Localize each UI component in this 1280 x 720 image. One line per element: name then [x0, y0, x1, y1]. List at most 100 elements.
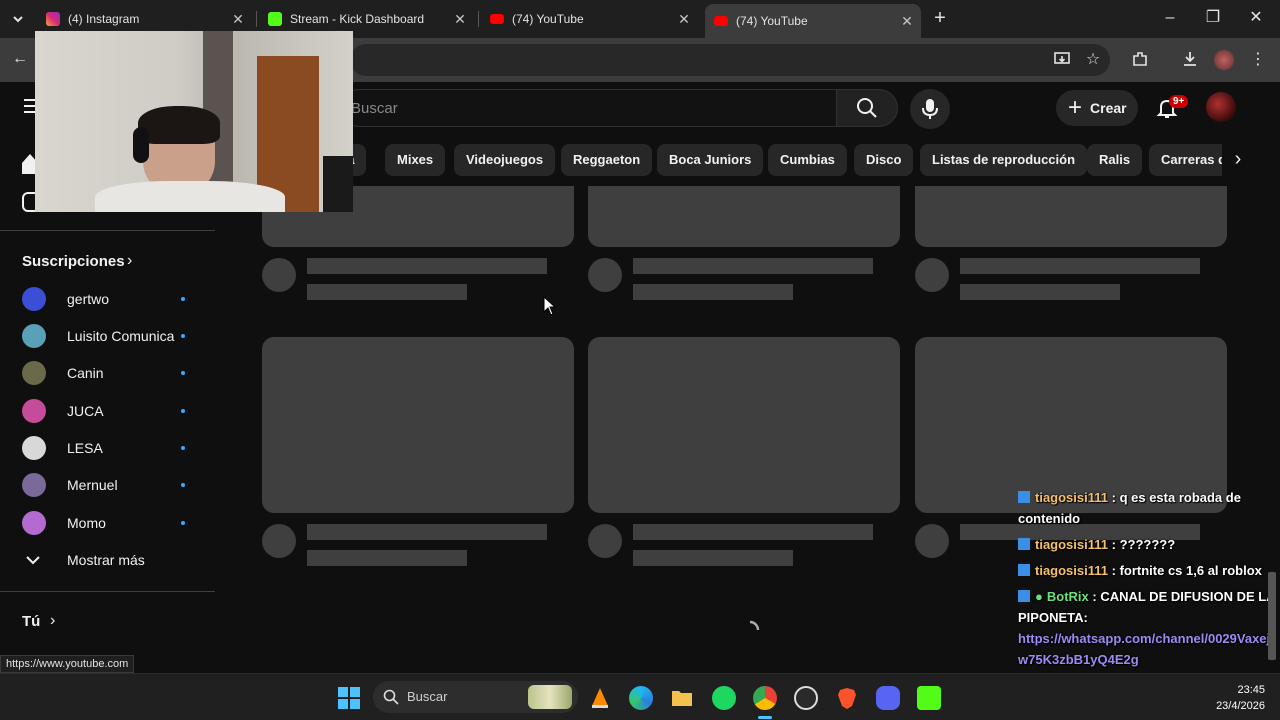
sidebar-item-channel[interactable]: LESA: [0, 430, 200, 466]
extensions-icon[interactable]: [1130, 50, 1150, 70]
chevron-right-icon[interactable]: ›: [1222, 144, 1254, 176]
spotify-icon[interactable]: [712, 686, 736, 710]
new-content-dot: [181, 334, 185, 338]
search-icon: [383, 689, 399, 705]
clock-time: 23:45: [1237, 684, 1265, 696]
taskbar-search-input[interactable]: Buscar: [373, 681, 578, 713]
chat-scrollbar[interactable]: [1268, 572, 1276, 660]
avatar-placeholder: [915, 258, 949, 292]
file-explorer-icon[interactable]: [670, 686, 694, 710]
search-button[interactable]: [836, 89, 898, 127]
close-tab-icon[interactable]: ✕: [452, 11, 468, 27]
channel-name: Canin: [67, 365, 104, 381]
sidebar-divider: [0, 230, 215, 231]
close-tab-icon[interactable]: ✕: [676, 11, 692, 27]
show-more-button[interactable]: Mostrar más: [0, 542, 200, 578]
new-content-dot: [181, 297, 185, 301]
you-section-header[interactable]: Tú ›: [0, 603, 200, 639]
youtube-icon: [714, 16, 728, 26]
restore-icon[interactable]: ❐: [1203, 8, 1223, 28]
tab-kick-dashboard[interactable]: Stream - Kick Dashboard ✕: [268, 5, 468, 33]
chip[interactable]: Reggaeton: [561, 144, 653, 176]
chip[interactable]: Mixes: [385, 144, 446, 176]
show-more-label: Mostrar más: [67, 552, 145, 568]
brave-icon[interactable]: [835, 686, 859, 710]
menu-dots-icon[interactable]: ⋮: [1248, 50, 1268, 70]
discord-icon[interactable]: [876, 686, 900, 710]
meta-placeholder: [960, 284, 1120, 300]
channel-name: Momo: [67, 515, 106, 531]
webcam-person-hair: [138, 106, 220, 144]
channel-name: gertwo: [67, 291, 110, 307]
stream-chat-overlay: tiagosisi111 : q es esta robada de conte…: [1018, 487, 1280, 675]
tab-youtube-active[interactable]: (74) YouTube ✕: [705, 4, 921, 38]
obs-icon[interactable]: [794, 686, 818, 710]
windows-start-icon[interactable]: [337, 686, 361, 710]
address-bar[interactable]: [350, 44, 1110, 76]
chip[interactable]: Videojuegos: [454, 144, 556, 176]
kick-badge-icon: [1018, 491, 1030, 503]
chip[interactable]: Carreras d: [1149, 144, 1222, 176]
meta-placeholder: [307, 284, 467, 300]
chip[interactable]: Cumbias: [768, 144, 847, 176]
vlc-icon[interactable]: [588, 686, 612, 710]
channel-avatar: [22, 399, 46, 423]
account-avatar[interactable]: [1206, 92, 1236, 122]
instagram-icon: [46, 12, 60, 26]
notification-badge: 9+: [1169, 95, 1189, 108]
create-label: Crear: [1090, 100, 1127, 116]
tab-instagram[interactable]: (4) Instagram ✕: [46, 5, 246, 33]
avatar-placeholder: [588, 258, 622, 292]
sidebar-item-channel[interactable]: JUCA: [0, 393, 200, 429]
chip[interactable]: Listas de reproducción: [920, 144, 1088, 176]
chat-username: tiagosisi111: [1035, 490, 1108, 505]
close-window-icon[interactable]: ✕: [1246, 8, 1266, 28]
chip[interactable]: Boca Juniors: [657, 144, 764, 176]
chrome-icon[interactable]: [753, 686, 777, 710]
install-app-icon[interactable]: [1052, 50, 1072, 70]
tab-divider: [478, 11, 479, 27]
chat-username: BotRix: [1046, 589, 1089, 604]
kick-app-icon[interactable]: [917, 686, 941, 710]
channel-avatar: [22, 361, 46, 385]
loading-spinner-icon: [740, 620, 760, 640]
close-tab-icon[interactable]: ✕: [230, 11, 246, 27]
chip[interactable]: Disco: [854, 144, 914, 176]
sidebar-item-channel[interactable]: Mernuel: [0, 467, 200, 503]
minimize-icon[interactable]: –: [1160, 8, 1180, 28]
new-content-dot: [181, 446, 185, 450]
chip[interactable]: Ralis: [1087, 144, 1143, 176]
tab-search-icon[interactable]: [8, 9, 28, 29]
close-tab-icon[interactable]: ✕: [899, 13, 915, 29]
edge-icon[interactable]: [629, 686, 653, 710]
sidebar-item-channel[interactable]: Momo: [0, 505, 200, 541]
bookmark-star-icon[interactable]: ☆: [1083, 50, 1103, 70]
search-input[interactable]: Buscar: [340, 89, 837, 127]
profile-avatar-icon[interactable]: [1214, 50, 1234, 70]
taskbar-search-placeholder: Buscar: [407, 689, 448, 704]
sidebar-item-channel[interactable]: Canin: [0, 355, 200, 391]
voice-search-button[interactable]: [910, 89, 950, 129]
avatar-placeholder: [262, 524, 296, 558]
sidebar-item-channel[interactable]: Luisito Comunica: [0, 318, 200, 354]
search-icon: [857, 98, 877, 118]
webcam-person-shoulders: [95, 181, 285, 212]
sidebar-item-channel[interactable]: gertwo: [0, 281, 200, 317]
chat-message: tiagosisi111 : fortnite cs 1,6 al roblox: [1018, 560, 1280, 581]
clock-date: 23/4/2026: [1216, 700, 1265, 712]
system-clock[interactable]: 23:45 23/4/2026: [1195, 682, 1265, 714]
subscriptions-header[interactable]: Suscripciones ›: [0, 243, 200, 279]
channel-name: Mernuel: [67, 477, 118, 493]
thumbnail-placeholder: [915, 186, 1227, 247]
new-tab-button[interactable]: +: [930, 8, 950, 28]
title-placeholder: [633, 524, 873, 540]
back-arrow-icon[interactable]: ←: [10, 49, 30, 69]
active-app-indicator: [758, 716, 772, 719]
create-button[interactable]: + Crear: [1056, 90, 1138, 126]
meta-placeholder: [633, 284, 793, 300]
avatar-placeholder: [262, 258, 296, 292]
chat-link[interactable]: https://whatsapp.com/channel/0029Vaxejw7…: [1018, 628, 1280, 670]
tab-youtube[interactable]: (74) YouTube ✕: [490, 5, 692, 33]
mouse-cursor-icon: [543, 295, 557, 321]
download-icon[interactable]: [1180, 50, 1200, 70]
